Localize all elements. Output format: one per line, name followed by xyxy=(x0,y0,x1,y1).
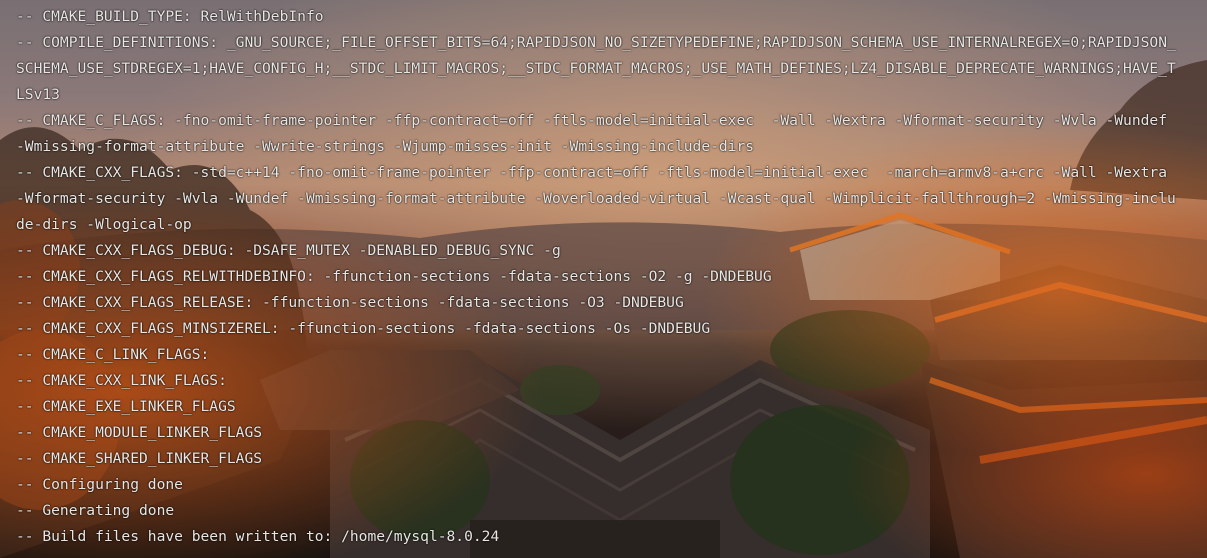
output-line: -- CMAKE_BUILD_TYPE: RelWithDebInfo xyxy=(16,8,324,25)
terminal-output[interactable]: -- CMAKE_BUILD_TYPE: RelWithDebInfo -- CO… xyxy=(16,4,1201,550)
output-line: SCHEMA_USE_STDREGEX=1;HAVE_CONFIG_H;__ST… xyxy=(16,60,1176,77)
output-line: -- Configuring done xyxy=(16,476,183,493)
output-line: -- CMAKE_CXX_FLAGS_DEBUG: -DSAFE_MUTEX -… xyxy=(16,242,561,259)
output-line: -- CMAKE_EXE_LINKER_FLAGS xyxy=(16,398,236,415)
output-line: -- CMAKE_MODULE_LINKER_FLAGS xyxy=(16,424,263,441)
output-line: -- CMAKE_CXX_FLAGS_RELWITHDEBINFO: -ffun… xyxy=(16,268,772,285)
output-line: -- CMAKE_CXX_LINK_FLAGS: xyxy=(16,372,227,389)
output-line: -- CMAKE_C_LINK_FLAGS: xyxy=(16,346,210,363)
output-line: LSv13 xyxy=(16,86,60,103)
output-line: -- CMAKE_SHARED_LINKER_FLAGS xyxy=(16,450,263,467)
output-line: de-dirs -Wlogical-op xyxy=(16,216,192,233)
output-line: -- CMAKE_C_FLAGS: -fno-omit-frame-pointe… xyxy=(16,112,1167,129)
output-line: -Wformat-security -Wvla -Wundef -Wmissin… xyxy=(16,190,1176,207)
output-line: -- CMAKE_CXX_FLAGS_RELEASE: -ffunction-s… xyxy=(16,294,684,311)
terminal-window[interactable]: -- CMAKE_BUILD_TYPE: RelWithDebInfo -- CO… xyxy=(0,0,1207,558)
output-line: -- COMPILE_DEFINITIONS: _GNU_SOURCE;_FIL… xyxy=(16,34,1176,51)
output-line: -- CMAKE_CXX_FLAGS_MINSIZEREL: -ffunctio… xyxy=(16,320,711,337)
output-line: -Wmissing-format-attribute -Wwrite-strin… xyxy=(16,138,755,155)
output-line: -- CMAKE_CXX_FLAGS: -std=c++14 -fno-omit… xyxy=(16,164,1167,181)
output-line: -- Build files have been written to: /ho… xyxy=(16,528,500,545)
output-line: -- Generating done xyxy=(16,502,175,519)
